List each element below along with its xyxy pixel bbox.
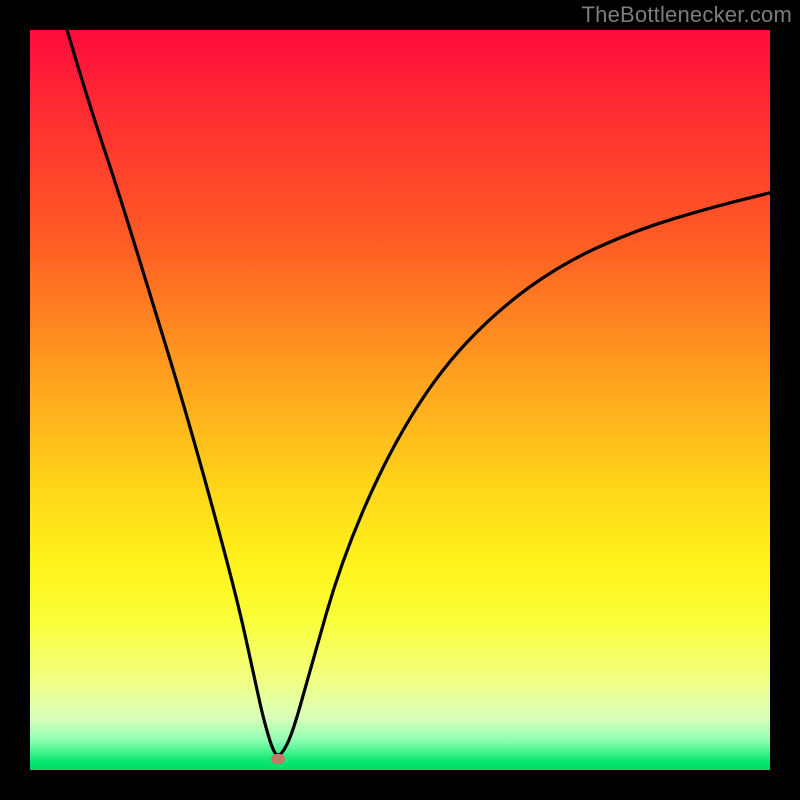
curve-path [67, 30, 770, 755]
optimum-marker [271, 754, 285, 764]
plot-area [30, 30, 770, 770]
watermark-label: TheBottlenecker.com [582, 2, 792, 28]
bottleneck-curve [30, 30, 770, 770]
chart-frame: TheBottlenecker.com [0, 0, 800, 800]
